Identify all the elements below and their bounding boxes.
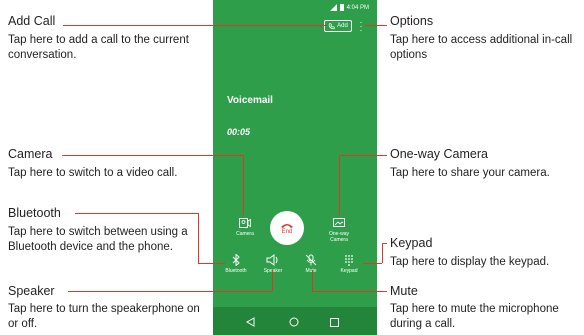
add-call-icon: [328, 22, 335, 29]
keypad-icon: [345, 255, 353, 266]
mute-icon: [305, 254, 317, 266]
camera-leader-drop: [243, 155, 244, 215]
one-way-camera-leader-drop: [339, 155, 340, 215]
speaker-label: Speaker: [263, 268, 283, 274]
options-callout: Options Tap here to access additional in…: [390, 14, 580, 63]
bluetooth-description: Tap here to switch between using a Bluet…: [8, 226, 188, 253]
mute-leader-rise: [312, 270, 313, 291]
status-bar: 4:04 PM: [329, 4, 369, 11]
add-call-callout: Add Call Tap here to add a call to the c…: [8, 14, 198, 63]
signal-icon: [329, 4, 337, 11]
one-way-camera-callout: One-way Camera Tap here to share your ca…: [390, 147, 580, 181]
options-description: Tap here to access additional in-call op…: [390, 34, 573, 61]
speaker-description: Tap here to turn the speakerphone on or …: [8, 303, 200, 330]
one-way-camera-button[interactable]: One-way Camera: [321, 218, 357, 243]
one-way-camera-title: One-way Camera: [390, 147, 488, 161]
mute-button[interactable]: Mute: [293, 254, 329, 274]
options-leader-line: [365, 25, 387, 26]
add-call-label: Add: [337, 23, 348, 29]
end-label: End: [281, 228, 293, 235]
keypad-button[interactable]: Keypad: [331, 254, 367, 274]
recent-apps-icon[interactable]: [330, 318, 339, 327]
caller-name: Voicemail: [227, 95, 273, 106]
phone-screen: 4:04 PM Add · · · Voicemail 00:05 Camera E…: [213, 0, 377, 335]
call-timer: 00:05: [227, 127, 251, 137]
add-call-description: Tap here to add a call to the current co…: [8, 34, 189, 61]
add-call-leader-line: [63, 25, 327, 26]
bluetooth-leader-line: [75, 213, 198, 214]
speaker-leader-rise: [272, 270, 273, 291]
mute-label: Mute: [305, 268, 317, 274]
home-icon[interactable]: [289, 317, 299, 327]
keypad-title: Keypad: [390, 236, 433, 250]
one-way-camera-icon: [333, 218, 345, 227]
video-camera-icon: [239, 218, 251, 228]
one-way-camera-leader-line: [339, 155, 387, 156]
camera-description: Tap here to switch to a video call.: [8, 167, 178, 179]
bluetooth-button[interactable]: Bluetooth: [218, 254, 254, 274]
keypad-description: Tap here to display the keypad.: [390, 256, 550, 268]
navigation-bar: [213, 307, 377, 335]
speaker-button[interactable]: Speaker: [255, 254, 291, 274]
speaker-leader-line: [68, 291, 272, 292]
bluetooth-leader-end: [198, 263, 225, 264]
speaker-icon: [266, 254, 278, 266]
mute-description: Tap here to mute the microphone during a…: [390, 303, 559, 330]
end-call-button[interactable]: End: [270, 211, 304, 245]
back-icon[interactable]: [246, 317, 255, 327]
camera-callout: Camera Tap here to switch to a video cal…: [8, 147, 208, 181]
one-way-camera-label: One-way Camera: [328, 231, 349, 243]
camera-leader-line: [62, 155, 243, 156]
add-call-title: Add Call: [8, 14, 56, 28]
keypad-leader-drop: [382, 243, 383, 263]
camera-label: Camera: [236, 231, 254, 237]
keypad-leader-end: [363, 263, 382, 264]
options-title: Options: [390, 14, 434, 28]
status-time: 4:04 PM: [346, 4, 369, 11]
bluetooth-leader-drop: [198, 213, 199, 263]
add-call-button[interactable]: Add: [324, 20, 352, 32]
mute-leader-line: [312, 291, 387, 292]
battery-icon: [339, 4, 344, 11]
keypad-label: Keypad: [340, 268, 358, 274]
bluetooth-label: Bluetooth: [225, 268, 247, 274]
one-way-camera-description: Tap here to share your camera.: [390, 167, 550, 179]
mute-callout: Mute Tap here to mute the microphone dur…: [390, 284, 580, 332]
keypad-callout: Keypad Tap here to display the keypad.: [390, 236, 580, 270]
mute-title: Mute: [390, 284, 418, 298]
camera-button[interactable]: Camera: [227, 218, 263, 237]
options-menu-icon[interactable]: · · ·: [359, 18, 363, 35]
end-call-icon: [281, 223, 293, 228]
bluetooth-icon: [232, 254, 240, 266]
